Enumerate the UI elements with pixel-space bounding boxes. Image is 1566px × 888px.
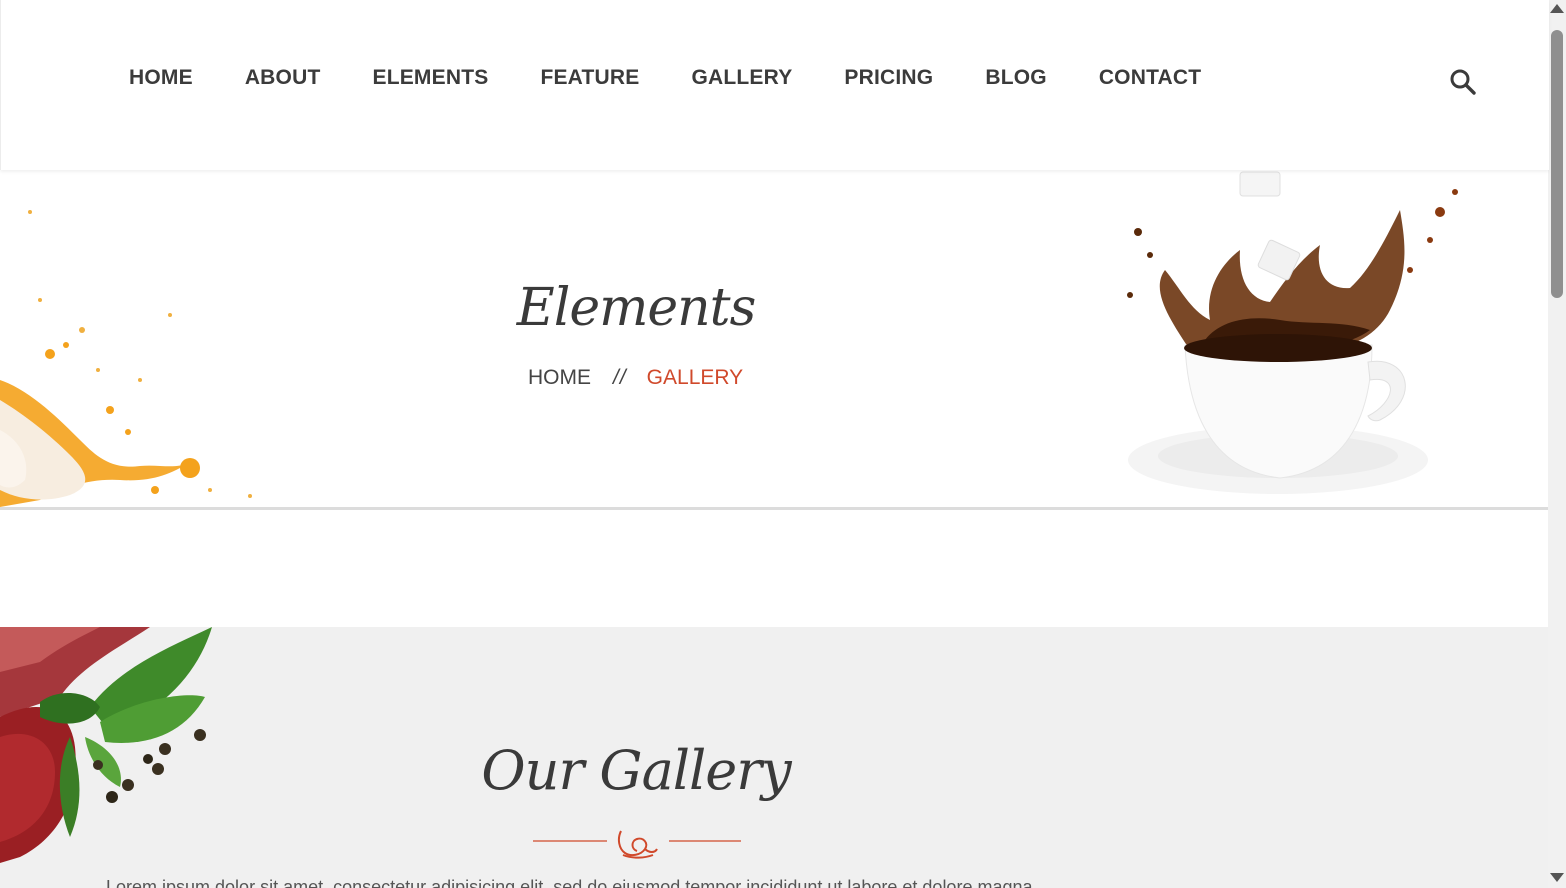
main-nav: HOME ABOUT ELEMENTS FEATURE GALLERY PRIC… (129, 66, 1253, 90)
breadcrumb: HOME // GALLERY (528, 366, 743, 390)
breadcrumb-home-link[interactable]: HOME (528, 366, 591, 390)
ornament-icon (617, 830, 658, 859)
nav-feature[interactable]: FEATURE (540, 66, 639, 90)
page-banner: Elements HOME // GALLERY (0, 170, 1548, 510)
scroll-up-arrow-icon[interactable] (1550, 4, 1564, 13)
search-icon[interactable] (1449, 68, 1477, 96)
section-divider (533, 830, 741, 859)
scrollbar-thumb[interactable] (1551, 30, 1563, 298)
coffee-cup-splash-image (1127, 171, 1458, 494)
page-title: Elements (516, 278, 757, 338)
breadcrumb-current: GALLERY (646, 366, 744, 389)
nav-contact[interactable]: CONTACT (1099, 66, 1202, 90)
scroll-down-arrow-icon[interactable] (1550, 873, 1564, 882)
nav-elements[interactable]: ELEMENTS (372, 66, 488, 90)
nav-blog[interactable]: BLOG (985, 66, 1046, 90)
nav-home[interactable]: HOME (129, 66, 193, 90)
nav-about[interactable]: ABOUT (245, 66, 321, 90)
gallery-section: Our Gallery Lorem ipsum dolor sit amet, … (0, 627, 1548, 888)
page-scrollbar[interactable] (1548, 0, 1566, 888)
nav-pricing[interactable]: PRICING (844, 66, 933, 90)
orange-juice-splash-image (0, 210, 252, 507)
nav-gallery[interactable]: GALLERY (691, 66, 792, 90)
breadcrumb-separator: // (613, 366, 627, 389)
site-header: HOME ABOUT ELEMENTS FEATURE GALLERY PRIC… (0, 0, 1549, 170)
gallery-description: Lorem ipsum dolor sit amet, consectetur … (106, 877, 1033, 888)
gallery-title: Our Gallery (481, 739, 791, 802)
